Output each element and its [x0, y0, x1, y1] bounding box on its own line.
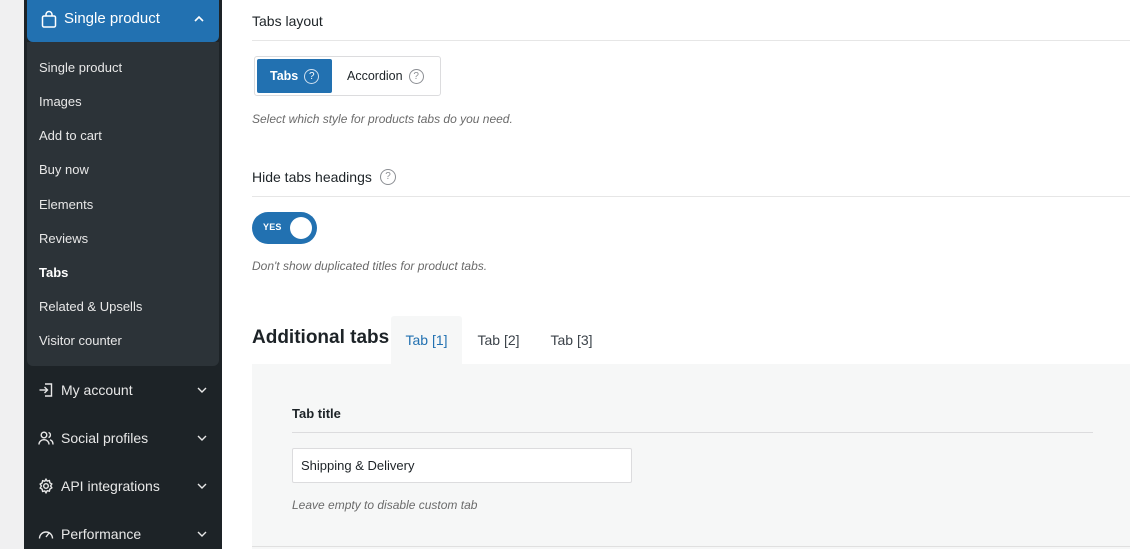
panel-divider — [252, 546, 1130, 547]
sidebar-item-images[interactable]: Images — [39, 94, 82, 110]
sidebar-submenu: Single product Images Add to cart Buy no… — [27, 42, 219, 366]
tabs-layout-selector: Tabs? Accordion? — [254, 56, 441, 96]
tab-3[interactable]: Tab [3] — [539, 316, 604, 364]
option-label: Accordion — [347, 69, 403, 83]
tabs-layout-title: Tabs layout — [252, 13, 323, 29]
login-icon — [38, 382, 54, 398]
gear-icon — [38, 478, 54, 494]
section-divider — [252, 196, 1130, 197]
chevron-down-icon — [196, 480, 208, 492]
chevron-up-icon — [193, 13, 205, 25]
sidebar-item-reviews[interactable]: Reviews — [39, 231, 88, 247]
users-icon — [38, 430, 54, 446]
help-icon[interactable]: ? — [408, 69, 424, 84]
toggle-label: YES — [263, 222, 282, 232]
sidebar-section-my-account[interactable]: My account — [24, 374, 222, 406]
sidebar-section-api-integrations[interactable]: API integrations — [24, 470, 222, 502]
hide-headings-toggle[interactable]: YES — [252, 212, 317, 244]
bag-icon — [41, 10, 57, 28]
sidebar-section-label: Performance — [61, 526, 142, 542]
gauge-icon — [38, 526, 54, 542]
field-divider — [292, 432, 1093, 433]
tab-title-label: Tab title — [292, 406, 341, 421]
help-icon[interactable]: ? — [380, 169, 396, 185]
sidebar-item-visitor-counter[interactable]: Visitor counter — [39, 333, 122, 349]
settings-main: Tabs layout Tabs? Accordion? Select whic… — [222, 0, 1130, 549]
chevron-down-icon — [196, 528, 208, 540]
option-label: Tabs — [270, 69, 299, 83]
hide-headings-title: Hide tabs headings — [252, 169, 372, 185]
sidebar-section-performance[interactable]: Performance — [24, 518, 222, 549]
sidebar-section-single-product[interactable]: Single product — [27, 0, 219, 42]
tabs-layout-description: Select which style for products tabs do … — [252, 112, 513, 126]
sidebar-section-label: Single product — [64, 10, 160, 27]
sidebar-section-social-profiles[interactable]: Social profiles — [24, 422, 222, 454]
tabs-option-button[interactable]: Tabs? — [257, 59, 332, 93]
additional-tabs-title: Additional tabs — [252, 327, 390, 348]
sidebar-item-tabs[interactable]: Tabs — [39, 265, 68, 281]
sidebar-section-label: My account — [61, 382, 133, 398]
chevron-down-icon — [196, 384, 208, 396]
sidebar-item-single-product[interactable]: Single product — [39, 60, 122, 76]
tab-2[interactable]: Tab [2] — [466, 316, 531, 364]
sidebar-item-buy-now[interactable]: Buy now — [39, 162, 89, 178]
tab-title-description: Leave empty to disable custom tab — [292, 498, 478, 512]
help-icon[interactable]: ? — [304, 69, 320, 84]
tab-content-panel: Tab title Leave empty to disable custom … — [252, 364, 1130, 549]
hide-headings-description: Don't show duplicated titles for product… — [252, 259, 488, 273]
toggle-knob — [290, 217, 312, 239]
sidebar-item-related-upsells[interactable]: Related & Upsells — [39, 299, 142, 315]
section-divider — [252, 40, 1130, 41]
sidebar-section-label: Social profiles — [61, 430, 149, 446]
sidebar-section-label: API integrations — [61, 478, 160, 494]
sidebar-item-elements[interactable]: Elements — [39, 197, 93, 213]
settings-sidebar: Single product Single product Images Add… — [24, 0, 222, 549]
accordion-option-button[interactable]: Accordion? — [347, 59, 424, 93]
tab-1[interactable]: Tab [1] — [391, 316, 462, 364]
chevron-down-icon — [196, 432, 208, 444]
admin-left-edge — [0, 0, 24, 549]
tab-title-input[interactable] — [292, 448, 632, 483]
sidebar-item-add-to-cart[interactable]: Add to cart — [39, 128, 102, 144]
